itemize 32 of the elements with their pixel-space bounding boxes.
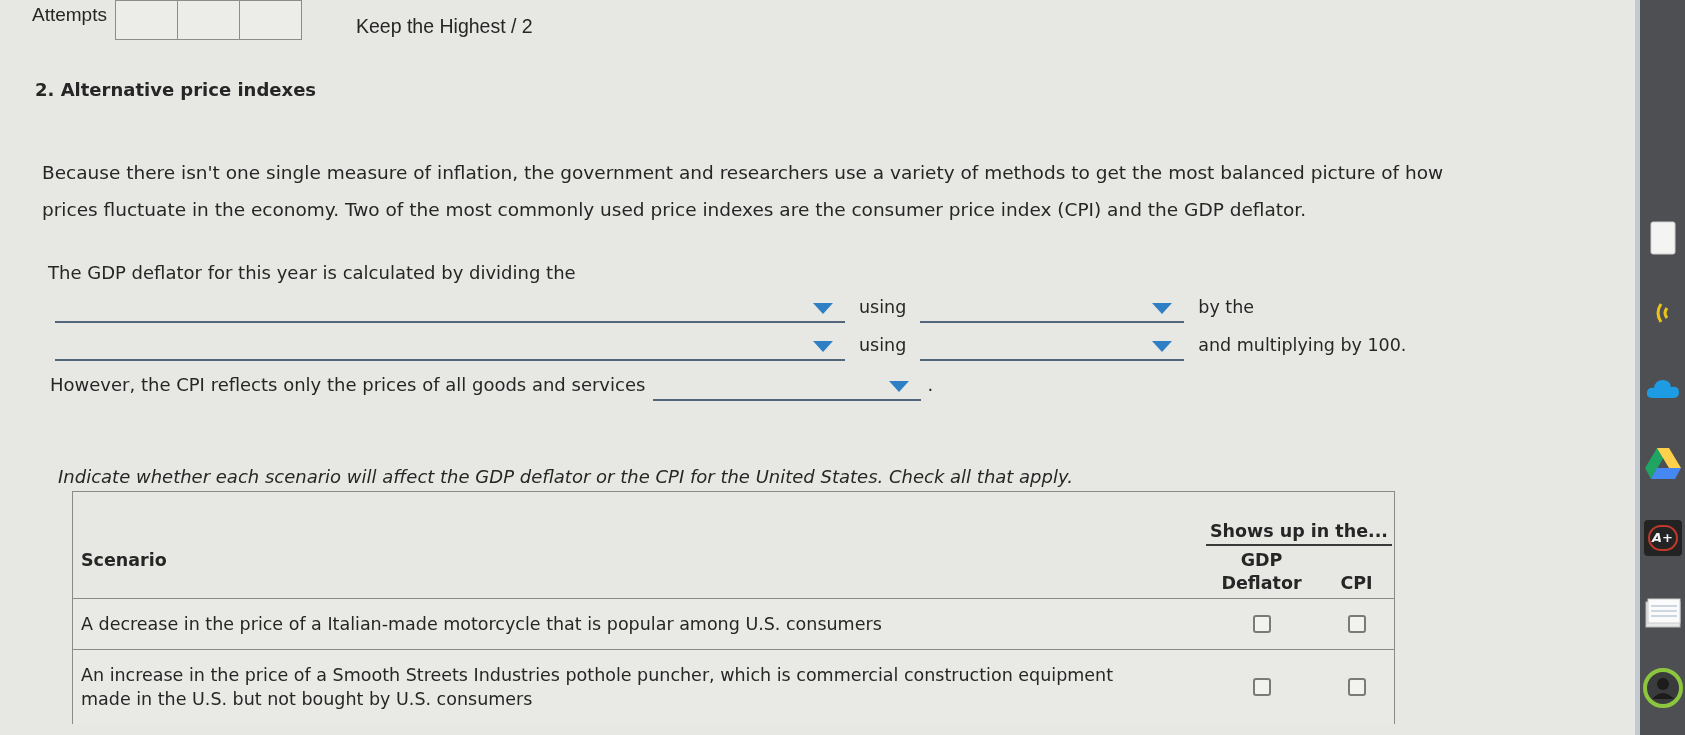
scenario-cell-text: A decrease in the price of a Italian-made motorcycle that is popular among U.S. consumers (81, 613, 883, 636)
page-icon[interactable] (1649, 220, 1676, 255)
sentence-text: using (859, 296, 907, 319)
sentence-text: using (859, 334, 907, 357)
column-header: CPI (1339, 572, 1374, 595)
caret-icon (889, 381, 910, 392)
checkbox[interactable] (1347, 615, 1366, 633)
avatar-icon[interactable] (1642, 667, 1683, 708)
attempts-label: Attempts (32, 3, 107, 27)
triangle-logo-icon[interactable] (1644, 446, 1681, 479)
checkbox[interactable] (1252, 678, 1271, 696)
caret-icon (1152, 303, 1173, 314)
intro-paragraph: Because there isn't one single measure of inflation, the government and researchers use a variety of methods to get the most balanced picture of how prices fluctuate in the economy. Two of the most commonly used price indexes are the consumer price index (CPI) and the GDP deflator. (42, 161, 1445, 222)
sentence-text: by the (1198, 296, 1255, 319)
checkbox[interactable] (1347, 678, 1366, 696)
scoring-rule-text: Keep the Highest / 2 (356, 14, 533, 38)
caret-icon (813, 303, 833, 314)
instruction-text: Indicate whether each scenario will affect the GDP deflator or the CPI for the United States. Check all that apply. (58, 465, 1073, 489)
caret-icon (813, 341, 833, 352)
question-title: 2. Alternative price indexes (34, 78, 317, 102)
column-group-header: Shows up in the... (1206, 520, 1392, 546)
scenario-cell-text: An increase in the price of a Smooth Streets Industries pothole puncher, which is commercial construction equipment made in the U.S. but not bought by U.S. consumers (81, 664, 1115, 711)
notepad-icon[interactable] (1644, 597, 1681, 628)
checkbox[interactable] (1252, 615, 1271, 633)
sentence-text: and multiplying by 100. (1198, 334, 1407, 357)
column-header: Scenario (81, 550, 167, 570)
sentence-text: The GDP deflator for this year is calculated by dividing the (48, 261, 576, 285)
sentence-text: . (927, 373, 934, 397)
grade-app-button[interactable]: A+ (1643, 519, 1682, 556)
sentence-text: However, the CPI reflects only the prices of all goods and services (50, 373, 646, 397)
caret-icon (1152, 341, 1173, 352)
column-header: GDP Deflator (1220, 549, 1303, 595)
